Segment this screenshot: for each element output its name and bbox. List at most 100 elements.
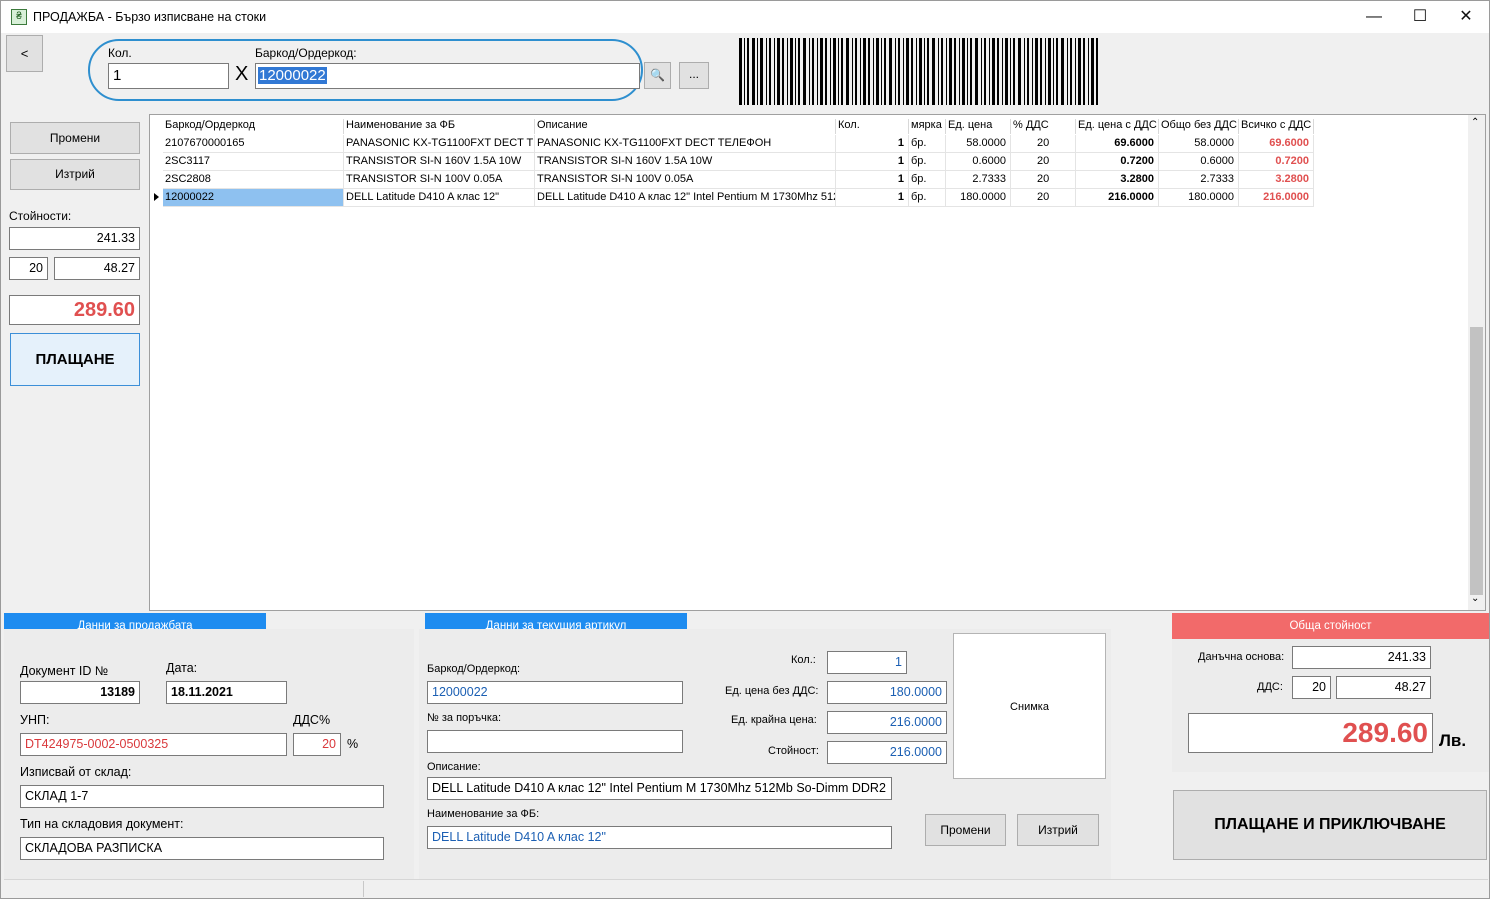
price-final-label: Ед. крайна цена: <box>731 714 817 726</box>
col-header[interactable]: Ед. цена с ДДС <box>1076 119 1159 134</box>
doc-id-field[interactable]: 13189 <box>20 681 140 704</box>
col-header[interactable]: мярка <box>909 119 946 134</box>
grid-cell[interactable]: DELL Latitude D410 A клас 12" <box>344 189 535 207</box>
item-delete-button[interactable]: Изтрий <box>1017 814 1099 846</box>
grid-cell[interactable]: TRANSISTOR SI-N 100V 0.05A <box>344 171 535 189</box>
grid-cell[interactable]: 2SC2808 <box>163 171 344 189</box>
grid-cell[interactable]: 3.2800 <box>1076 171 1159 189</box>
grid-cell[interactable]: 69.6000 <box>1076 135 1159 153</box>
pay-button[interactable]: ПЛАЩАНЕ <box>10 333 140 386</box>
item-description-label: Описание: <box>427 761 481 773</box>
vat-value-field[interactable]: 48.27 <box>54 257 140 280</box>
doctype-label: Тип на складовия документ: <box>20 817 184 831</box>
tax-base-field[interactable]: 241.33 <box>1292 646 1431 669</box>
browse-button[interactable]: ... <box>679 62 709 89</box>
col-header[interactable]: Наименование за ФБ <box>344 119 535 134</box>
grid-cell[interactable]: 20 <box>1011 153 1076 171</box>
col-header[interactable]: Ед. цена <box>946 119 1011 134</box>
edit-row-button[interactable]: Промени <box>10 122 140 154</box>
scrollbar-thumb[interactable] <box>1470 327 1483 595</box>
search-button[interactable]: 🔍 <box>644 62 671 89</box>
grid-cell[interactable]: 2.7333 <box>946 171 1011 189</box>
grid-cell[interactable]: 58.0000 <box>1159 135 1239 153</box>
grid-cell[interactable]: 2.7333 <box>1159 171 1239 189</box>
doctype-field[interactable]: СКЛАДОВА РАЗПИСКА <box>20 837 384 860</box>
qty-input[interactable]: 1 <box>108 63 229 89</box>
fb-name-field[interactable]: DELL Latitude D410 A клас 12" <box>427 826 892 849</box>
price-novat-label: Ед. цена без ДДС: <box>725 685 819 697</box>
col-header[interactable]: Описание <box>535 119 836 134</box>
total-header[interactable]: Обща стойност <box>1172 613 1489 639</box>
item-description-field[interactable]: DELL Latitude D410 A клас 12" Intel Pent… <box>427 777 892 800</box>
grid-cell[interactable]: 216.0000 <box>1239 189 1314 207</box>
grid-cell[interactable]: бр. <box>909 153 946 171</box>
grid-cell[interactable]: 216.0000 <box>1076 189 1159 207</box>
grid-cell[interactable]: 20 <box>1011 171 1076 189</box>
grid-cell-selected[interactable]: 12000022 <box>163 189 344 207</box>
grid-cell[interactable]: 69.6000 <box>1239 135 1314 153</box>
grid-cell[interactable]: 1 <box>836 153 909 171</box>
grid-cell[interactable]: PANASONIC KX-TG1100FXT DECT TE <box>344 135 535 153</box>
grid-cell[interactable]: TRANSISTOR SI-N 100V 0.05A <box>535 171 836 189</box>
values-label: Стойности: <box>9 209 72 223</box>
grid-cell[interactable]: 3.2800 <box>1239 171 1314 189</box>
total-vat-value-field[interactable]: 48.27 <box>1336 676 1431 699</box>
grid-cell[interactable]: 0.7200 <box>1076 153 1159 171</box>
item-qty-field[interactable]: 1 <box>827 651 907 674</box>
unp-field[interactable]: DT424975-0002-0500325 <box>20 733 287 756</box>
grid-cell[interactable]: 1 <box>836 171 909 189</box>
items-grid[interactable]: Баркод/Ордеркод Наименование за ФБ Описа… <box>149 114 1486 611</box>
minimize-button[interactable]: — <box>1351 1 1397 33</box>
grid-cell[interactable]: 180.0000 <box>1159 189 1239 207</box>
item-value-field[interactable]: 216.0000 <box>827 741 947 764</box>
grid-cell[interactable]: 1 <box>836 135 909 153</box>
total-vat-percent-field[interactable]: 20 <box>1292 676 1331 699</box>
delete-row-button[interactable]: Изтрий <box>10 159 140 190</box>
grid-cell[interactable]: бр. <box>909 135 946 153</box>
price-final-field[interactable]: 216.0000 <box>827 711 947 734</box>
grid-vertical-scrollbar[interactable]: ⌃ ⌄ <box>1468 115 1485 610</box>
unp-label: УНП: <box>20 713 50 727</box>
grid-cell[interactable]: 2107670000165 <box>163 135 344 153</box>
base-value-field[interactable]: 241.33 <box>9 227 140 250</box>
grid-cell[interactable]: 20 <box>1011 135 1076 153</box>
vat-percent-field[interactable]: 20 <box>9 257 48 280</box>
price-novat-field[interactable]: 180.0000 <box>827 681 947 704</box>
order-number-field[interactable] <box>427 730 683 753</box>
grid-cell[interactable]: 20 <box>1011 189 1076 207</box>
grand-total-field[interactable]: 289.60 <box>1188 713 1433 753</box>
item-photo[interactable]: Снимка <box>953 633 1106 779</box>
scroll-down-icon[interactable]: ⌄ <box>1471 593 1479 604</box>
close-button[interactable]: ✕ <box>1443 1 1489 33</box>
total-value-field[interactable]: 289.60 <box>9 295 140 325</box>
barcode-input[interactable]: 12000022 <box>255 63 640 89</box>
maximize-button[interactable]: ☐ <box>1397 1 1443 33</box>
grid-cell[interactable]: 58.0000 <box>946 135 1011 153</box>
scroll-up-icon[interactable]: ⌃ <box>1471 117 1479 128</box>
grid-cell[interactable]: бр. <box>909 171 946 189</box>
item-edit-button[interactable]: Промени <box>925 814 1006 846</box>
grid-cell[interactable]: 2SC3117 <box>163 153 344 171</box>
pay-and-finish-button[interactable]: ПЛАЩАНЕ И ПРИКЛЮЧВАНЕ <box>1173 790 1487 860</box>
vat-percent-input[interactable]: 20 <box>293 733 341 756</box>
back-button[interactable]: < <box>6 35 43 72</box>
grid-cell[interactable]: бр. <box>909 189 946 207</box>
warehouse-field[interactable]: СКЛАД 1-7 <box>20 785 384 808</box>
item-barcode-field[interactable]: 12000022 <box>427 681 683 704</box>
col-header[interactable]: Общо без ДДС <box>1159 119 1239 134</box>
item-qty-label: Кол.: <box>791 654 816 666</box>
grid-cell[interactable]: TRANSISTOR SI-N 160V 1.5A 10W <box>535 153 836 171</box>
date-field[interactable]: 18.11.2021 <box>166 681 287 704</box>
grid-cell[interactable]: PANASONIC KX-TG1100FXT DECT ТЕЛЕФОН <box>535 135 836 153</box>
grid-cell[interactable]: 1 <box>836 189 909 207</box>
grid-cell[interactable]: 0.6000 <box>946 153 1011 171</box>
grid-cell[interactable]: TRANSISTOR SI-N 160V 1.5A 10W <box>344 153 535 171</box>
col-header[interactable]: Баркод/Ордеркод <box>163 119 344 134</box>
grid-cell[interactable]: 0.7200 <box>1239 153 1314 171</box>
grid-cell[interactable]: 0.6000 <box>1159 153 1239 171</box>
col-header[interactable]: Всичко с ДДС <box>1239 119 1314 134</box>
grid-cell[interactable]: 180.0000 <box>946 189 1011 207</box>
col-header[interactable]: % ДДС <box>1011 119 1076 134</box>
col-header[interactable]: Кол. <box>836 119 909 134</box>
grid-cell[interactable]: DELL Latitude D410 A клас 12" Intel Pent… <box>535 189 836 207</box>
